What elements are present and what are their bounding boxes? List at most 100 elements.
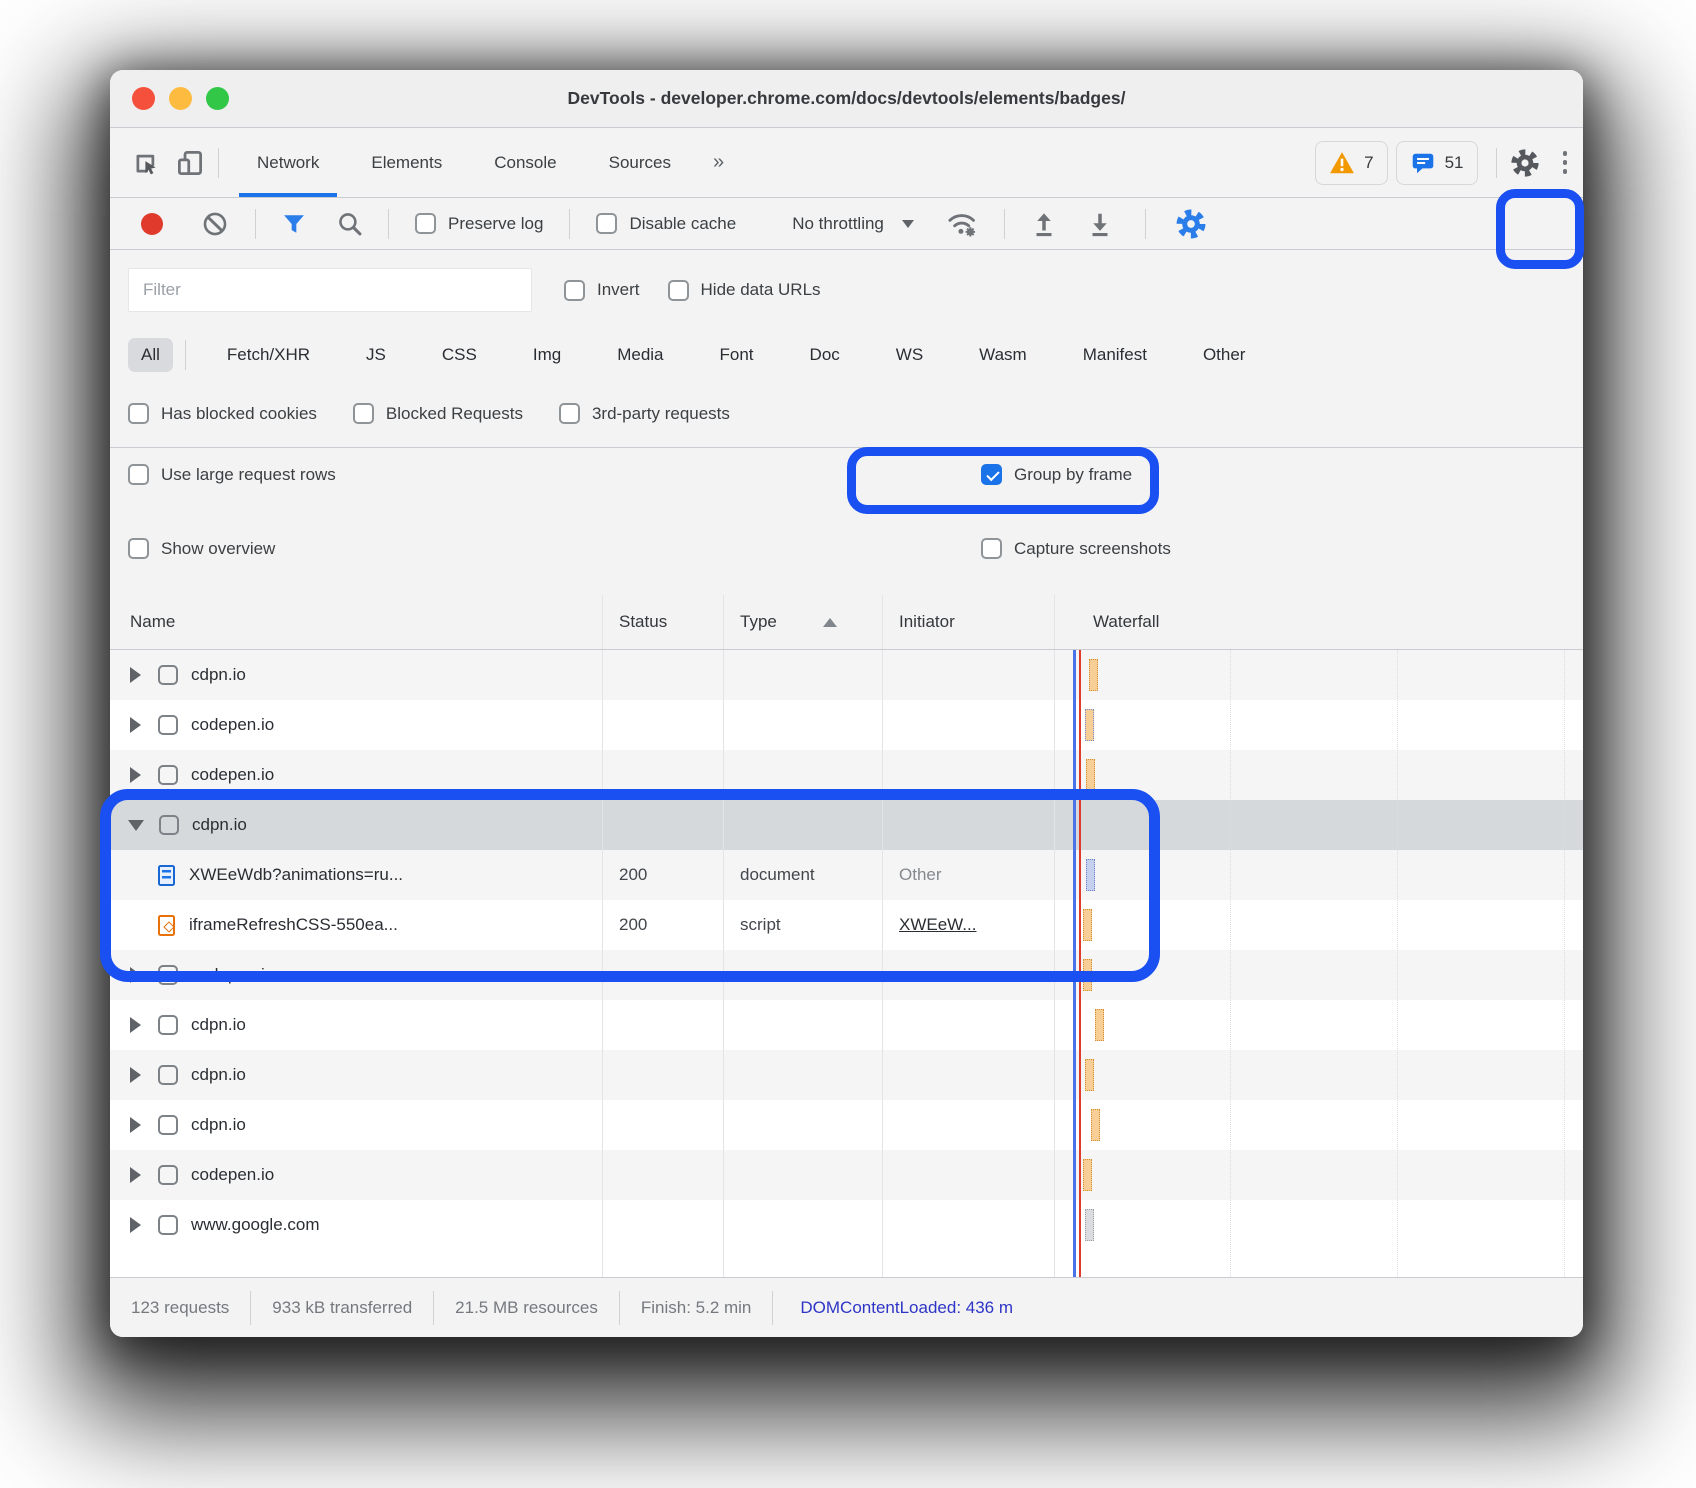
column-header-initiator[interactable]: Initiator: [883, 595, 1055, 649]
preserve-log-checkbox[interactable]: [415, 213, 436, 234]
expander-collapsed-icon[interactable]: [130, 1067, 141, 1083]
customize-menu-icon[interactable]: [1547, 151, 1584, 174]
sort-ascending-icon: [823, 618, 837, 627]
clear-icon[interactable]: [201, 210, 229, 238]
frame-row[interactable]: codepen.io: [110, 1150, 1583, 1200]
record-icon[interactable]: [141, 213, 163, 235]
export-har-icon[interactable]: [1085, 209, 1115, 239]
frame-row[interactable]: codepen.io: [110, 950, 1583, 1000]
frame-row[interactable]: cdpn.io: [110, 800, 1583, 850]
checkbox[interactable]: [981, 464, 1002, 485]
column-header-status[interactable]: Status: [603, 595, 724, 649]
filter-option-blocked-requests[interactable]: Blocked Requests: [353, 403, 523, 424]
waterfall-cell: [1055, 1000, 1583, 1050]
setting-show-overview[interactable]: Show overview: [128, 538, 275, 559]
frame-row[interactable]: cdpn.io: [110, 1000, 1583, 1050]
type-filter-manifest[interactable]: Manifest: [1070, 338, 1160, 372]
import-har-icon[interactable]: [1029, 209, 1059, 239]
type-cell: [724, 950, 883, 1000]
type-cell: [724, 800, 883, 850]
invert-checkbox[interactable]: [564, 280, 585, 301]
devtools-settings-gear-icon[interactable]: [1503, 141, 1547, 185]
frame-row[interactable]: codepen.io: [110, 700, 1583, 750]
request-name: cdpn.io: [191, 1115, 246, 1135]
waterfall-bar: [1086, 859, 1095, 891]
waterfall-bar: [1085, 1209, 1094, 1241]
checkbox[interactable]: [128, 538, 149, 559]
initiator-link[interactable]: XWEeW...: [899, 915, 976, 935]
messages-badge[interactable]: 51: [1396, 141, 1478, 185]
type-filter-other[interactable]: Other: [1190, 338, 1259, 372]
filter-input[interactable]: [128, 268, 532, 312]
type-cell: script: [724, 900, 883, 950]
filter-funnel-icon[interactable]: [280, 210, 308, 238]
type-filter-fetch-xhr[interactable]: Fetch/XHR: [214, 338, 323, 372]
type-cell: [724, 700, 883, 750]
tab-elements[interactable]: Elements: [345, 128, 468, 197]
network-settings-gear-icon[interactable]: [1174, 207, 1208, 241]
type-filter-font[interactable]: Font: [707, 338, 767, 372]
setting-use-large-request-rows[interactable]: Use large request rows: [128, 464, 336, 485]
type-filter-all[interactable]: All: [128, 338, 173, 372]
expander-collapsed-icon[interactable]: [130, 967, 141, 983]
checkbox[interactable]: [128, 464, 149, 485]
name-cell: codepen.io: [110, 950, 603, 1000]
type-filter-wasm[interactable]: Wasm: [966, 338, 1040, 372]
network-conditions-icon[interactable]: [946, 209, 980, 239]
expander-expanded-icon[interactable]: [128, 820, 144, 831]
filter-option-has-blocked-cookies[interactable]: Has blocked cookies: [128, 403, 317, 424]
checkbox[interactable]: [981, 538, 1002, 559]
type-filter-ws[interactable]: WS: [883, 338, 936, 372]
search-icon[interactable]: [336, 210, 364, 238]
inspect-cursor-icon[interactable]: [124, 141, 168, 185]
expander-collapsed-icon[interactable]: [130, 1217, 141, 1233]
filter-option-3rd-party-requests[interactable]: 3rd-party requests: [559, 403, 730, 424]
expander-collapsed-icon[interactable]: [130, 667, 141, 683]
frame-row[interactable]: cdpn.io: [110, 1050, 1583, 1100]
frame-row[interactable]: codepen.io: [110, 750, 1583, 800]
column-header-waterfall[interactable]: Waterfall: [1055, 595, 1583, 649]
column-header-name[interactable]: Name: [110, 595, 603, 649]
type-filter-img[interactable]: Img: [520, 338, 574, 372]
request-name: cdpn.io: [191, 665, 246, 685]
hide-data-urls-checkbox[interactable]: [668, 280, 689, 301]
frame-icon: [158, 665, 178, 685]
expander-collapsed-icon[interactable]: [130, 717, 141, 733]
setting-group-by-frame[interactable]: Group by frame: [981, 464, 1132, 485]
initiator-cell: [883, 1200, 1055, 1250]
type-filter-media[interactable]: Media: [604, 338, 676, 372]
tab-sources[interactable]: Sources: [583, 128, 697, 197]
device-toolbar-icon[interactable]: [168, 141, 212, 185]
frame-icon: [158, 765, 178, 785]
tab-network[interactable]: Network: [231, 128, 345, 197]
frame-row[interactable]: cdpn.io: [110, 650, 1583, 700]
name-cell: cdpn.io: [110, 1100, 603, 1150]
throttling-select[interactable]: No throttling: [792, 214, 884, 234]
tab-console[interactable]: Console: [468, 128, 582, 197]
checkbox[interactable]: [128, 403, 149, 424]
frame-row[interactable]: www.google.com: [110, 1200, 1583, 1250]
status-item: Finish: 5.2 min: [620, 1298, 773, 1318]
divider: [772, 1291, 773, 1325]
more-tabs-chevron[interactable]: »: [697, 151, 740, 174]
checkbox[interactable]: [559, 403, 580, 424]
setting-capture-screenshots[interactable]: Capture screenshots: [981, 538, 1171, 559]
network-settings-pane: Use large request rows Show overview Group…: [110, 448, 1583, 595]
type-filter-js[interactable]: JS: [353, 338, 399, 372]
expander-collapsed-icon[interactable]: [130, 767, 141, 783]
request-row[interactable]: iframeRefreshCSS-550ea...200scriptXWEeW.…: [110, 900, 1583, 950]
column-header-type[interactable]: Type: [724, 595, 883, 649]
disable-cache-checkbox[interactable]: [596, 213, 617, 234]
frame-row[interactable]: cdpn.io: [110, 1100, 1583, 1150]
checkbox[interactable]: [353, 403, 374, 424]
expander-collapsed-icon[interactable]: [130, 1117, 141, 1133]
setting-label: Show overview: [161, 539, 275, 559]
expander-collapsed-icon[interactable]: [130, 1017, 141, 1033]
warnings-badge[interactable]: 7: [1315, 141, 1387, 185]
message-count: 51: [1445, 153, 1464, 173]
expander-collapsed-icon[interactable]: [130, 1167, 141, 1183]
divider: [569, 209, 570, 239]
request-row[interactable]: XWEeWdb?animations=ru...200documentOther: [110, 850, 1583, 900]
type-filter-css[interactable]: CSS: [429, 338, 490, 372]
type-filter-doc[interactable]: Doc: [797, 338, 853, 372]
